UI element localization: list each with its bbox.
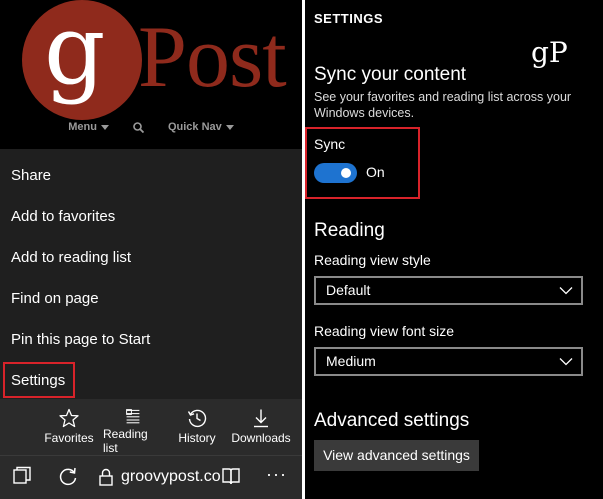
settings-header: SETTINGS (314, 11, 384, 26)
reading-view-style-label: Reading view style (314, 252, 431, 268)
settings-panel: SETTINGS gP Sync your content See your f… (305, 0, 603, 499)
download-icon (254, 409, 268, 428)
lock-icon (99, 468, 113, 486)
menu-item-pin-to-start[interactable]: Pin this page to Start (0, 320, 302, 360)
gp-logo: gP (531, 36, 568, 69)
sync-state-text: On (366, 164, 385, 180)
reading-view-style-select[interactable]: Default (314, 276, 583, 305)
menu-item-find-on-page[interactable]: Find on page (0, 279, 302, 319)
reading-heading: Reading (314, 220, 385, 241)
chevron-down-icon (559, 287, 573, 295)
history-button[interactable]: History (176, 399, 218, 455)
advanced-settings-heading: Advanced settings (314, 410, 470, 431)
browser-menu-panel: g Post Menu Quick Nav Share Add to favor… (0, 0, 302, 499)
quick-nav-link[interactable]: Quick Nav (168, 121, 234, 133)
url-field[interactable]: groovypost.co (121, 468, 221, 486)
star-icon (59, 408, 79, 428)
search-icon (133, 121, 144, 133)
view-advanced-settings-button[interactable]: View advanced settings (314, 440, 479, 471)
site-menu-link[interactable]: Menu (68, 121, 109, 133)
toggle-knob (341, 168, 351, 178)
hub-toolbar: Favorites Reading list History Downloads (0, 399, 302, 455)
tabs-icon[interactable] (12, 466, 32, 486)
reading-view-style-value: Default (326, 282, 371, 298)
sync-label: Sync (314, 136, 346, 152)
chevron-down-icon (559, 358, 573, 366)
downloads-button[interactable]: Downloads (231, 399, 291, 455)
menu-item-add-to-reading-list[interactable]: Add to reading list (0, 238, 302, 278)
site-nav: Menu Quick Nav (0, 116, 302, 138)
reading-list-button[interactable]: Reading list (103, 399, 163, 455)
favorites-button[interactable]: Favorites (44, 399, 94, 455)
reading-view-font-size-value: Medium (326, 353, 376, 369)
reading-view-icon[interactable] (221, 466, 241, 486)
sync-description: See your favorites and reading list acro… (314, 90, 572, 120)
menu-item-share[interactable]: Share (0, 156, 302, 196)
sync-toggle[interactable] (314, 163, 357, 183)
settings-highlight-box (3, 362, 75, 398)
refresh-icon[interactable] (58, 466, 78, 486)
caret-down-icon (225, 124, 234, 130)
reading-list-icon (126, 409, 140, 424)
more-actions-icon[interactable]: ··· (266, 464, 287, 485)
caret-down-icon (100, 124, 109, 130)
address-bar: groovypost.co ··· (0, 455, 302, 499)
menu-item-add-to-favorites[interactable]: Add to favorites (0, 197, 302, 237)
logo-letter: g (44, 0, 106, 106)
site-search-button[interactable] (133, 121, 144, 133)
reading-view-font-size-label: Reading view font size (314, 323, 455, 339)
sync-heading: Sync your content (314, 64, 467, 85)
logo-word: Post (138, 9, 287, 106)
site-header: g Post Menu Quick Nav (0, 0, 302, 150)
reading-view-font-size-select[interactable]: Medium (314, 347, 583, 376)
history-icon (187, 409, 207, 428)
